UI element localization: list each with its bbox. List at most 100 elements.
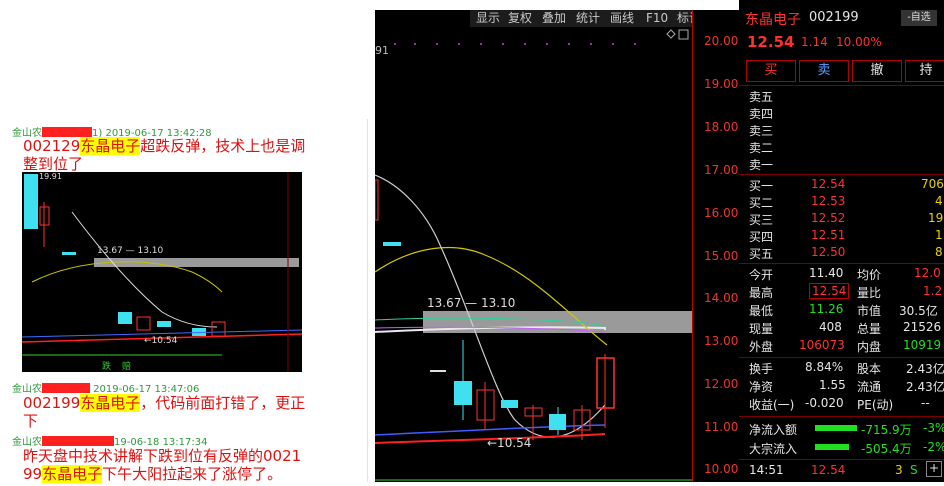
menu-draw[interactable]: 画线 xyxy=(610,10,634,27)
holdings-button[interactable]: 持 xyxy=(905,60,944,82)
message-text: 昨天盘中技术讲解下跌到位有反弹的0021 xyxy=(23,447,302,465)
bid-3-label: 买三 xyxy=(749,213,774,227)
chart-thumbnail[interactable]: 19.91 13.67 — 13.10 ←10.54 跌 赔 xyxy=(21,172,303,372)
axis-tick: 17.00 xyxy=(704,163,739,177)
fund-value: 2.43亿 xyxy=(906,380,944,394)
stock-name: 东晶电子 xyxy=(745,12,801,28)
thumb-top-value: 19.91 xyxy=(39,172,62,181)
bid-3-volume: 19 xyxy=(928,211,944,225)
flow-label: 大宗流入 xyxy=(749,442,798,456)
axis-tick: 11.00 xyxy=(704,420,739,434)
bid-5-price: 12.50 xyxy=(811,245,846,259)
stat-value-high: 12.54 xyxy=(809,283,850,299)
axis-tick: 15.00 xyxy=(704,249,739,263)
cancel-order-button[interactable]: 撤 xyxy=(852,60,902,82)
stat-value: 12.0 xyxy=(914,266,941,280)
price-change: 1.14 xyxy=(801,35,828,49)
stat-label: 市值 xyxy=(857,304,882,318)
ask-5-label: 卖五 xyxy=(749,90,774,104)
expand-plus-icon[interactable]: + xyxy=(926,461,942,477)
menu-overlay[interactable]: 叠加 xyxy=(542,10,566,27)
flow-value: -505.4万 xyxy=(861,442,912,456)
flow-pct: -2% xyxy=(923,440,944,454)
fund-value: -- xyxy=(921,396,930,410)
message-text-line2: 整到位了 xyxy=(23,155,84,173)
bid-3-price: 12.52 xyxy=(811,211,846,225)
stat-label: 内盘 xyxy=(857,340,882,354)
fund-label: PE(动) xyxy=(857,398,894,412)
message-text-line2: 99东晶电子下午大阳拉起来了涨停了。 xyxy=(23,465,283,483)
stock-highlight: 东晶电子 xyxy=(80,137,141,155)
thumb-range-label: 13.67 — 13.10 xyxy=(97,246,164,256)
redacted-name xyxy=(42,436,114,446)
ask-4-label: 卖四 xyxy=(749,107,774,121)
stock-highlight: 东晶电子 xyxy=(42,465,103,483)
bid-1-label: 买一 xyxy=(749,179,774,193)
message-meta: 金山农 2019-06-17 13:47:06 xyxy=(12,380,199,395)
stat-label: 量比 xyxy=(857,286,882,300)
menu-display[interactable]: 显示 xyxy=(476,10,500,27)
axis-tick: 13.00 xyxy=(704,334,739,348)
bid-2-label: 买二 xyxy=(749,196,774,210)
bid-1-volume: 706 xyxy=(921,177,944,191)
menu-f10[interactable]: F10 xyxy=(646,10,668,27)
flow-bar xyxy=(815,425,857,431)
stat-value: 1.2 xyxy=(923,284,943,298)
tick-price: 12.54 xyxy=(811,463,846,477)
fund-label: 流通 xyxy=(857,380,882,394)
redacted-name xyxy=(42,383,90,393)
message-text: 002199东晶电子，代码前面打错了，更正 xyxy=(23,394,306,412)
stock-code: 002199 xyxy=(809,10,859,25)
axis-tick: 16.00 xyxy=(704,206,739,220)
fund-value: -0.020 xyxy=(805,396,844,410)
bid-4-price: 12.51 xyxy=(811,228,846,242)
message-text-line2: 下 xyxy=(23,412,39,430)
bid-5-volume: 8 xyxy=(935,245,943,259)
range-label: 13.67 — 13.10 xyxy=(427,296,516,310)
price-change-pct: 10.00% xyxy=(836,35,882,49)
chat-panel: 金山农 1) 2019-06-17 13:42:28 002129东晶电子超跌反弹… xyxy=(0,119,368,483)
ask-3-label: 卖三 xyxy=(749,124,774,138)
axis-tick: 18.00 xyxy=(704,120,739,134)
ask-1-label: 卖一 xyxy=(749,158,774,172)
stat-value: 11.26 xyxy=(809,302,844,316)
stat-label: 最低 xyxy=(749,304,774,318)
menu-statistics[interactable]: 统计 xyxy=(576,10,600,27)
stat-label: 今开 xyxy=(749,268,774,282)
flow-value: -715.9万 xyxy=(861,423,912,437)
flow-pct: -3% xyxy=(923,421,944,435)
redacted-name xyxy=(42,127,92,137)
stat-value: 30.5亿 xyxy=(899,304,938,318)
fund-label: 换手 xyxy=(749,362,774,376)
stat-label: 外盘 xyxy=(749,340,774,354)
stat-value: 21526 xyxy=(903,320,942,334)
message-meta: 金山农 19-06-18 13:17:34 xyxy=(12,433,207,448)
ask-2-label: 卖二 xyxy=(749,141,774,155)
bid-4-volume: 1 xyxy=(935,228,943,242)
fund-label: 股本 xyxy=(857,362,882,376)
thumb-bottom-label: 赔 xyxy=(122,362,132,372)
tick-volume: 3 xyxy=(895,463,903,477)
chart-canvas xyxy=(374,29,692,481)
flow-bar xyxy=(815,444,849,450)
thumb-low-label: ←10.54 xyxy=(144,336,178,346)
buy-button[interactable]: 买 xyxy=(746,60,796,82)
price-axis: 20.00 19.00 18.00 17.00 16.00 15.00 14.0… xyxy=(692,10,740,482)
stat-label: 总量 xyxy=(857,322,882,336)
low-price-label: ←10.54 xyxy=(487,436,532,450)
message-text: 002129东晶电子超跌反弹，技术上也是调 xyxy=(23,137,306,155)
axis-tick: 19.00 xyxy=(704,77,739,91)
stat-value: 10919 xyxy=(903,338,942,352)
fund-value: 2.43亿 xyxy=(906,362,944,376)
quote-panel: 东晶电子 002199 -自选 12.54 1.14 10.00% 买 卖 撤 … xyxy=(739,0,944,482)
fund-value: 1.55 xyxy=(819,378,846,392)
stat-label: 最高 xyxy=(749,286,774,300)
candlestick-chart[interactable]: 91 13.67 — 13.10 ←10.54 xyxy=(374,10,692,482)
menu-adjust[interactable]: 复权 xyxy=(508,10,532,27)
axis-tick: 14.00 xyxy=(704,291,739,305)
watchlist-button[interactable]: -自选 xyxy=(901,10,937,26)
bid-2-volume: 4 xyxy=(935,194,943,208)
tick-side: S xyxy=(910,463,918,477)
tick-time: 14:51 xyxy=(749,463,784,477)
sell-button[interactable]: 卖 xyxy=(799,60,849,82)
